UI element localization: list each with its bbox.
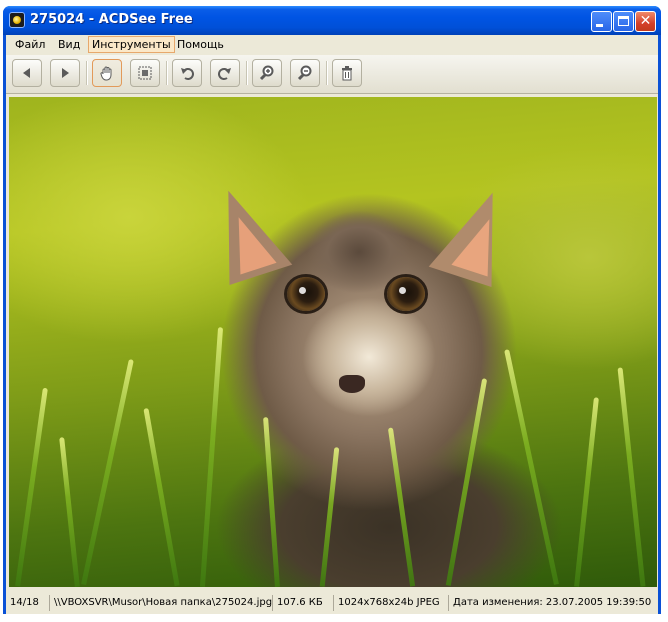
previous-image-button[interactable] — [12, 59, 42, 87]
kitten-right-eye — [387, 277, 425, 311]
zoom-out-icon — [297, 65, 312, 81]
status-modified-date: Дата изменения: 23.07.2005 19:39:50 — [448, 595, 658, 611]
delete-button[interactable] — [332, 59, 362, 87]
grass-blade — [15, 387, 48, 587]
pan-tool-button[interactable] — [92, 59, 122, 87]
grass-blade — [81, 358, 134, 586]
rotate-right-icon — [218, 68, 231, 80]
status-bar: 14/18 \\VBOXSVR\Musor\Новая папка\275024… — [6, 591, 658, 614]
grass-blade — [199, 327, 224, 587]
image-viewport[interactable] — [9, 97, 657, 587]
minimize-icon — [596, 24, 603, 27]
toolbar-separator — [166, 61, 168, 85]
grass-blade — [387, 427, 416, 587]
arrow-left-icon — [23, 68, 30, 78]
toolbar-separator — [246, 61, 248, 85]
grass-blade — [504, 349, 559, 585]
window-title: 275024 - ACDSee Free — [30, 12, 193, 27]
grass-blade — [617, 367, 646, 587]
grass-blade — [143, 407, 180, 587]
zoom-out-button[interactable] — [290, 59, 320, 87]
grass-blade — [445, 378, 488, 586]
status-file-size: 107.6 КБ — [272, 595, 332, 611]
toolbar — [6, 55, 658, 94]
acdsee-app-icon[interactable] — [9, 12, 25, 28]
status-file-path: \\VBOXSVR\Musor\Новая папка\275024.jpg — [49, 595, 272, 611]
arrow-right-icon — [62, 68, 69, 78]
menu-file[interactable]: Файл — [12, 37, 48, 52]
grass-blade — [263, 417, 280, 587]
toolbar-separator — [326, 61, 328, 85]
menu-view[interactable]: Вид — [55, 37, 83, 52]
kitten-left-eye — [287, 277, 325, 311]
fit-to-screen-button[interactable] — [130, 59, 160, 87]
grass-blade — [59, 437, 80, 587]
rotate-right-button[interactable] — [210, 59, 240, 87]
grass-blade — [574, 397, 599, 587]
next-image-button[interactable] — [50, 59, 80, 87]
trash-icon — [342, 66, 352, 81]
minimize-button[interactable] — [591, 11, 612, 32]
client-area: Файл Вид Инструменты Помощь 14/18 \\VBOX… — [6, 35, 658, 614]
zoom-in-button[interactable] — [252, 59, 282, 87]
menu-tools[interactable]: Инструменты — [88, 36, 175, 53]
kitten-nose — [339, 375, 365, 393]
status-image-dimensions: 1024x768x24b JPEG — [333, 595, 447, 611]
maximize-button[interactable] — [613, 11, 634, 32]
maximize-icon — [618, 16, 629, 26]
menu-help[interactable]: Помощь — [174, 37, 227, 52]
toolbar-separator — [86, 61, 88, 85]
close-icon: ✕ — [639, 13, 652, 29]
status-image-position: 14/18 — [10, 597, 39, 608]
close-button[interactable]: ✕ — [635, 11, 656, 32]
title-bar[interactable]: 275024 - ACDSee Free ✕ — [3, 6, 661, 35]
hand-pan-icon — [100, 66, 112, 81]
rotate-left-button[interactable] — [172, 59, 202, 87]
fit-screen-icon — [138, 66, 152, 80]
rotate-left-icon — [181, 68, 194, 80]
grass-blade — [319, 447, 340, 587]
app-window: 275024 - ACDSee Free ✕ Файл Вид Инструме… — [3, 6, 661, 614]
menu-bar: Файл Вид Инструменты Помощь — [6, 35, 658, 55]
zoom-in-icon — [259, 65, 274, 81]
